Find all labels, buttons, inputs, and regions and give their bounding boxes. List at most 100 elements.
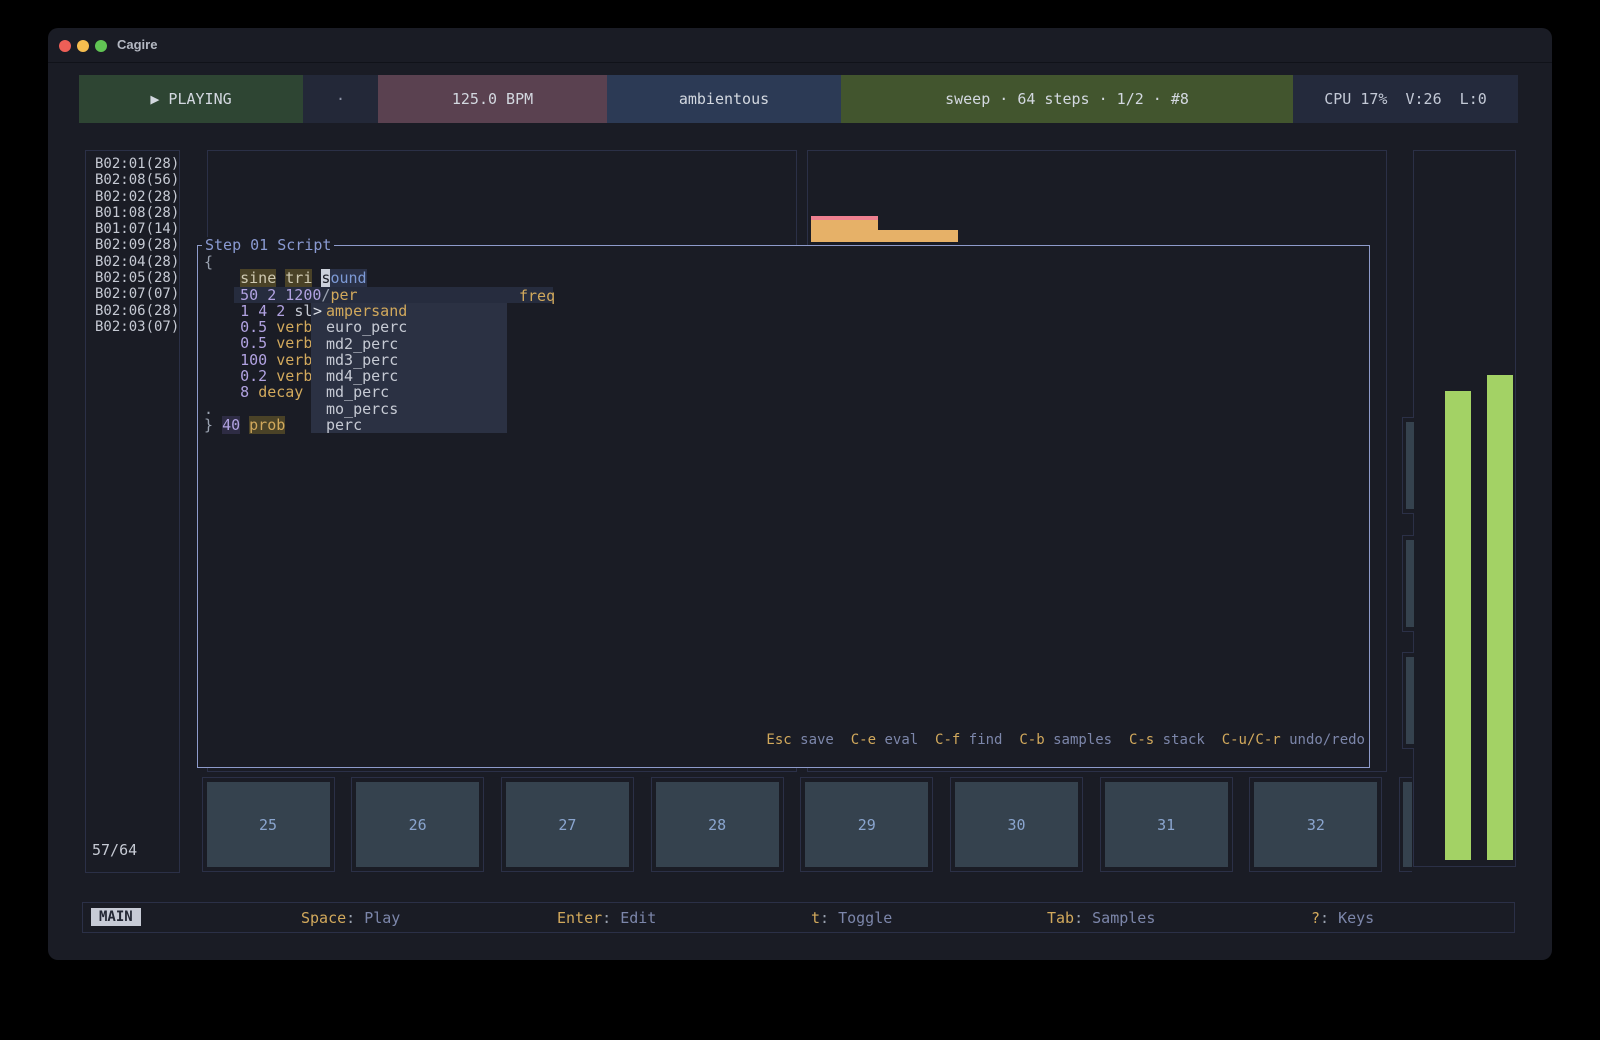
shortcut-key: t xyxy=(811,909,820,927)
autocomplete-selection-marker xyxy=(311,401,326,417)
shortcut-samples: Tab: Samples xyxy=(1047,909,1155,927)
clipped-grid-cell xyxy=(1402,417,1414,514)
close-button[interactable] xyxy=(59,40,71,52)
autocomplete-item-label: md4_perc xyxy=(326,368,398,384)
pattern-list-item[interactable]: B02:09(28) xyxy=(95,237,179,253)
pattern-list-item[interactable]: B01:08(28) xyxy=(95,205,179,221)
pattern-list-item[interactable]: B02:07(07) xyxy=(95,286,179,302)
code-token xyxy=(276,269,285,287)
shortcut-key: Enter xyxy=(557,909,602,927)
script-editor[interactable]: Step 01 Script freq { sine tri sound 50 … xyxy=(197,245,1370,768)
step-cell[interactable]: 25 xyxy=(202,777,335,872)
code-token xyxy=(267,318,276,336)
status-segment-transport[interactable]: ▶ PLAYING xyxy=(79,75,303,123)
code-token: 40 xyxy=(222,416,240,434)
code-token xyxy=(204,318,240,336)
code-token xyxy=(267,351,276,369)
pattern-list-item[interactable]: B02:01(28) xyxy=(95,156,179,172)
shortcut-key: Tab xyxy=(1047,909,1074,927)
code-token: 100 xyxy=(240,351,267,369)
app-window: Cagire ▶ PLAYING·125.0 BPMambientousswee… xyxy=(48,28,1552,960)
help-label: save xyxy=(792,732,851,748)
code-token xyxy=(267,302,276,320)
step-cell[interactable]: 28 xyxy=(651,777,784,872)
code-token: . xyxy=(204,400,213,418)
step-cell-number: 30 xyxy=(955,782,1078,867)
help-label: stack xyxy=(1154,732,1221,748)
pattern-list-item[interactable]: B02:06(28) xyxy=(95,303,179,319)
code-token: 0.2 xyxy=(240,367,267,385)
pattern-list-item[interactable]: B01:07(14) xyxy=(95,221,179,237)
code-token xyxy=(204,302,240,320)
step-cell-number: 28 xyxy=(656,782,779,867)
signature-hint: freq xyxy=(519,287,555,305)
shortcut-key: ? xyxy=(1311,909,1320,927)
step-cell[interactable]: 27 xyxy=(501,777,634,872)
bottom-status-bar: MAIN Space: PlayEnter: Editt: ToggleTab:… xyxy=(82,902,1515,933)
code-token: } xyxy=(204,416,213,434)
autocomplete-item[interactable]: >ampersand xyxy=(311,303,507,319)
step-counter: 57/64 xyxy=(92,841,137,859)
autocomplete-item-label: perc xyxy=(326,417,362,433)
code-token xyxy=(258,286,267,304)
step-cell-number: 27 xyxy=(506,782,629,867)
step-cell-number: 31 xyxy=(1105,782,1228,867)
autocomplete-item[interactable]: md3_perc xyxy=(311,352,507,368)
code-token xyxy=(249,383,258,401)
code-token xyxy=(204,286,240,304)
code-token: 4 xyxy=(258,302,267,320)
autocomplete-item-label: md2_perc xyxy=(326,336,398,352)
pattern-list-item[interactable]: B02:03(07) xyxy=(95,319,179,335)
code-line: { xyxy=(204,254,367,270)
clipped-step-cell xyxy=(1399,777,1412,872)
code-token xyxy=(204,351,240,369)
pattern-list-item[interactable]: B02:05(28) xyxy=(95,270,179,286)
step-cell[interactable]: 30 xyxy=(950,777,1083,872)
code-token: 2 xyxy=(267,286,276,304)
autocomplete-item[interactable]: euro_perc xyxy=(311,319,507,335)
help-key: C-u/C-r xyxy=(1222,732,1281,748)
autocomplete-item[interactable]: perc xyxy=(311,417,507,433)
step-cell[interactable]: 32 xyxy=(1249,777,1382,872)
step-cell[interactable]: 26 xyxy=(351,777,484,872)
editor-help-line: Esc save C-e eval C-f find C-b samples C… xyxy=(766,732,1365,748)
status-segment-system: CPU 17% V:26 L:0 xyxy=(1293,75,1518,123)
autocomplete-item-label: euro_perc xyxy=(326,319,407,335)
pattern-list-item[interactable]: B02:02(28) xyxy=(95,189,179,205)
code-token: tri xyxy=(285,269,312,287)
code-token: 50 xyxy=(240,286,258,304)
autocomplete-item[interactable]: md2_perc xyxy=(311,336,507,352)
step-cell-number: 26 xyxy=(356,782,479,867)
step-cell-number: 25 xyxy=(207,782,330,867)
code-token xyxy=(204,383,240,401)
pattern-list-item[interactable]: B02:08(56) xyxy=(95,172,179,188)
help-label: eval xyxy=(876,732,935,748)
help-key: C-b xyxy=(1019,732,1044,748)
step-cell[interactable]: 29 xyxy=(800,777,933,872)
code-token: 1200 xyxy=(285,286,321,304)
code-token xyxy=(204,367,240,385)
autocomplete-selection-marker xyxy=(311,384,326,400)
shortcut-label: Play xyxy=(364,909,400,927)
pattern-list-item[interactable]: B02:04(28) xyxy=(95,254,179,270)
code-token xyxy=(267,367,276,385)
autocomplete-item[interactable]: md4_perc xyxy=(311,368,507,384)
autocomplete-item-label: ampersand xyxy=(326,303,407,319)
minimize-button[interactable] xyxy=(77,40,89,52)
code-token: decay xyxy=(258,383,303,401)
autocomplete-item[interactable]: mo_percs xyxy=(311,401,507,417)
shortcut-colon: : xyxy=(346,909,364,927)
zoom-button[interactable] xyxy=(95,40,107,52)
step-cell[interactable]: 31 xyxy=(1100,777,1233,872)
autocomplete-item[interactable]: md_perc xyxy=(311,384,507,400)
code-token: 1 xyxy=(240,302,249,320)
status-segment-scene: ambientous xyxy=(607,75,841,123)
shortcut-colon: : xyxy=(602,909,620,927)
autocomplete-item-label: md_perc xyxy=(326,384,389,400)
shortcut-play: Space: Play xyxy=(301,909,400,927)
pattern-list: B02:01(28)B02:08(56)B02:02(28)B01:08(28)… xyxy=(95,156,179,335)
envelope-segment xyxy=(811,220,878,242)
shortcut-label: Toggle xyxy=(838,909,892,927)
code-token xyxy=(285,302,294,320)
shortcut-toggle: t: Toggle xyxy=(811,909,892,927)
